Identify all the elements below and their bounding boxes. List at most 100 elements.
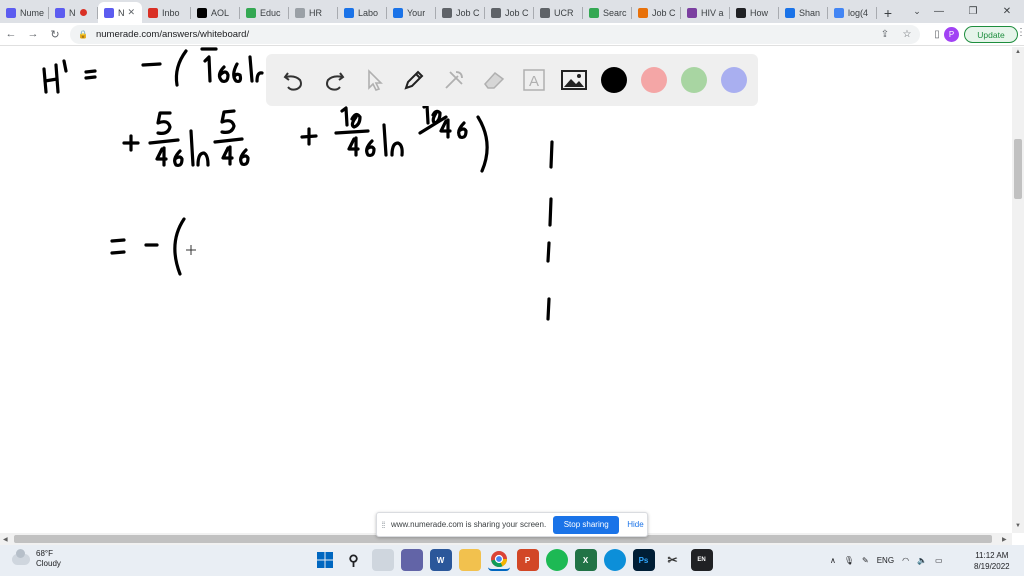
hide-button[interactable]: Hide <box>627 520 643 529</box>
browser-tab[interactable]: Your <box>387 2 436 23</box>
close-window-icon[interactable]: ✕ <box>990 0 1024 23</box>
browser-tab[interactable]: N <box>49 2 98 23</box>
browser-tab[interactable]: Searc <box>583 2 632 23</box>
browser-tab[interactable]: Job C <box>485 2 534 23</box>
undo-icon[interactable] <box>274 60 314 100</box>
text-icon[interactable]: A <box>514 60 554 100</box>
lock-icon[interactable]: 🔒 <box>78 30 88 39</box>
weather-desc: Cloudy <box>36 559 61 568</box>
tab-favicon-icon <box>393 7 403 18</box>
word-icon[interactable]: W <box>429 549 452 571</box>
tab-favicon-icon <box>295 7 305 18</box>
microphone-icon[interactable]: 🎙 <box>844 556 854 565</box>
color-purple-swatch[interactable] <box>721 67 747 93</box>
language-app-icon[interactable]: EN <box>690 549 713 571</box>
tools-icon[interactable] <box>434 60 474 100</box>
browser-tab[interactable]: Nume <box>0 2 49 23</box>
system-tray: ∧ 🎙 ✎ ENG ◠ 🔈 ▭ <box>826 545 947 576</box>
share-icon[interactable]: ⇪ <box>874 25 896 44</box>
teams-icon[interactable] <box>400 549 423 571</box>
eraser-icon[interactable] <box>474 60 514 100</box>
battery-icon[interactable]: ▭ <box>935 556 943 565</box>
scroll-down-icon[interactable]: ▼ <box>1015 523 1021 529</box>
profile-avatar[interactable]: P <box>944 27 959 42</box>
browser-tab[interactable]: Shan <box>779 2 828 23</box>
stop-sharing-button[interactable]: Stop sharing <box>553 515 620 534</box>
vertical-scroll-thumb[interactable] <box>1014 139 1022 199</box>
minimize-icon[interactable]: — <box>922 0 956 23</box>
browser-tab[interactable]: How <box>730 2 779 23</box>
tab-title: HIV a <box>701 7 724 18</box>
address-bar[interactable]: 🔒 numerade.com/answers/whiteboard/ <box>70 25 920 44</box>
tab-title: HR <box>309 7 322 18</box>
browser-tab-active[interactable]: N ✕ <box>98 2 142 23</box>
tab-title: Job C <box>456 7 480 18</box>
photoshop-icon[interactable]: Ps <box>632 549 655 571</box>
reload-icon[interactable]: ↻ <box>44 24 66 44</box>
chrome-icon[interactable] <box>487 549 510 571</box>
share-message: www.numerade.com is sharing your screen. <box>391 520 547 529</box>
bookmark-star-icon[interactable]: ☆ <box>896 25 918 44</box>
whiteboard-canvas[interactable] <box>0 47 1012 533</box>
redo-icon[interactable] <box>314 60 354 100</box>
tray-chevron-icon[interactable]: ∧ <box>830 556 836 565</box>
tab-favicon-icon <box>6 7 16 18</box>
tab-favicon-icon <box>589 7 599 18</box>
weather-widget[interactable]: 68°F Cloudy <box>12 548 61 569</box>
tab-favicon-icon <box>55 7 65 18</box>
tab-title: Your <box>407 7 426 18</box>
color-green-swatch[interactable] <box>681 67 707 93</box>
tab-close-icon[interactable]: ✕ <box>128 7 136 18</box>
browser-tab[interactable]: Labo <box>338 2 387 23</box>
browser-tab[interactable]: HIV a <box>681 2 730 23</box>
vertical-scrollbar[interactable]: ▲ ▼ <box>1012 47 1024 533</box>
scroll-right-icon[interactable]: ▶ <box>1002 536 1007 543</box>
search-icon[interactable]: ⚲ <box>343 549 365 571</box>
menu-icon[interactable]: ⋮ <box>1016 27 1024 38</box>
scroll-up-icon[interactable]: ▲ <box>1015 49 1021 55</box>
browser-tab[interactable]: UCR <box>534 2 583 23</box>
browser-tab[interactable]: Educ <box>240 2 289 23</box>
tab-favicon-icon <box>104 7 114 18</box>
pen-icon[interactable] <box>394 60 434 100</box>
excel-icon[interactable]: X <box>574 549 597 571</box>
browser-toolbar: ← → ↻ 🔒 numerade.com/answers/whiteboard/… <box>0 23 1024 46</box>
restore-icon[interactable]: ❐ <box>956 0 990 23</box>
language-indicator[interactable]: ENG <box>877 556 894 565</box>
pointer-icon[interactable] <box>354 60 394 100</box>
new-tab-button[interactable]: + <box>877 2 899 23</box>
browser-tab[interactable]: log(4 <box>828 2 877 23</box>
spotify-icon[interactable] <box>545 549 568 571</box>
color-pink-swatch[interactable] <box>641 67 667 93</box>
volume-icon[interactable]: 🔈 <box>917 556 927 565</box>
tab-title: AOL <box>211 7 230 18</box>
edge-icon[interactable] <box>603 549 626 571</box>
update-button[interactable]: Update <box>964 26 1018 43</box>
recording-icon <box>79 9 87 16</box>
back-icon[interactable]: ← <box>0 24 22 44</box>
wifi-icon[interactable]: ◠ <box>902 556 909 565</box>
clock[interactable]: 11:12 AM 8/19/2022 <box>974 550 1010 572</box>
tab-favicon-icon <box>197 7 207 18</box>
image-icon[interactable] <box>554 60 594 100</box>
pen-menu-icon[interactable]: ✎ <box>862 556 869 565</box>
snipping-tool-icon[interactable]: ✂ <box>662 549 684 571</box>
powerpoint-icon[interactable]: P <box>516 549 539 571</box>
file-explorer-icon[interactable] <box>371 549 394 571</box>
tab-title: Shan <box>799 7 821 18</box>
tab-title: N <box>118 7 125 18</box>
tab-favicon-icon <box>148 7 158 18</box>
browser-tab[interactable]: HR <box>289 2 338 23</box>
forward-icon[interactable]: → <box>22 24 44 44</box>
folder-icon[interactable] <box>458 549 481 571</box>
scroll-left-icon[interactable]: ◀ <box>3 536 8 543</box>
tab-favicon-icon <box>246 7 256 18</box>
drag-grip-icon[interactable]: ⁞⁞ <box>377 520 389 530</box>
browser-tab[interactable]: Inbo <box>142 2 191 23</box>
tab-title: Nume <box>20 7 45 18</box>
browser-tab[interactable]: AOL <box>191 2 240 23</box>
browser-tab[interactable]: Job C <box>632 2 681 23</box>
browser-tab[interactable]: Job C <box>436 2 485 23</box>
color-black-swatch[interactable] <box>601 67 627 93</box>
start-icon[interactable] <box>314 549 336 571</box>
